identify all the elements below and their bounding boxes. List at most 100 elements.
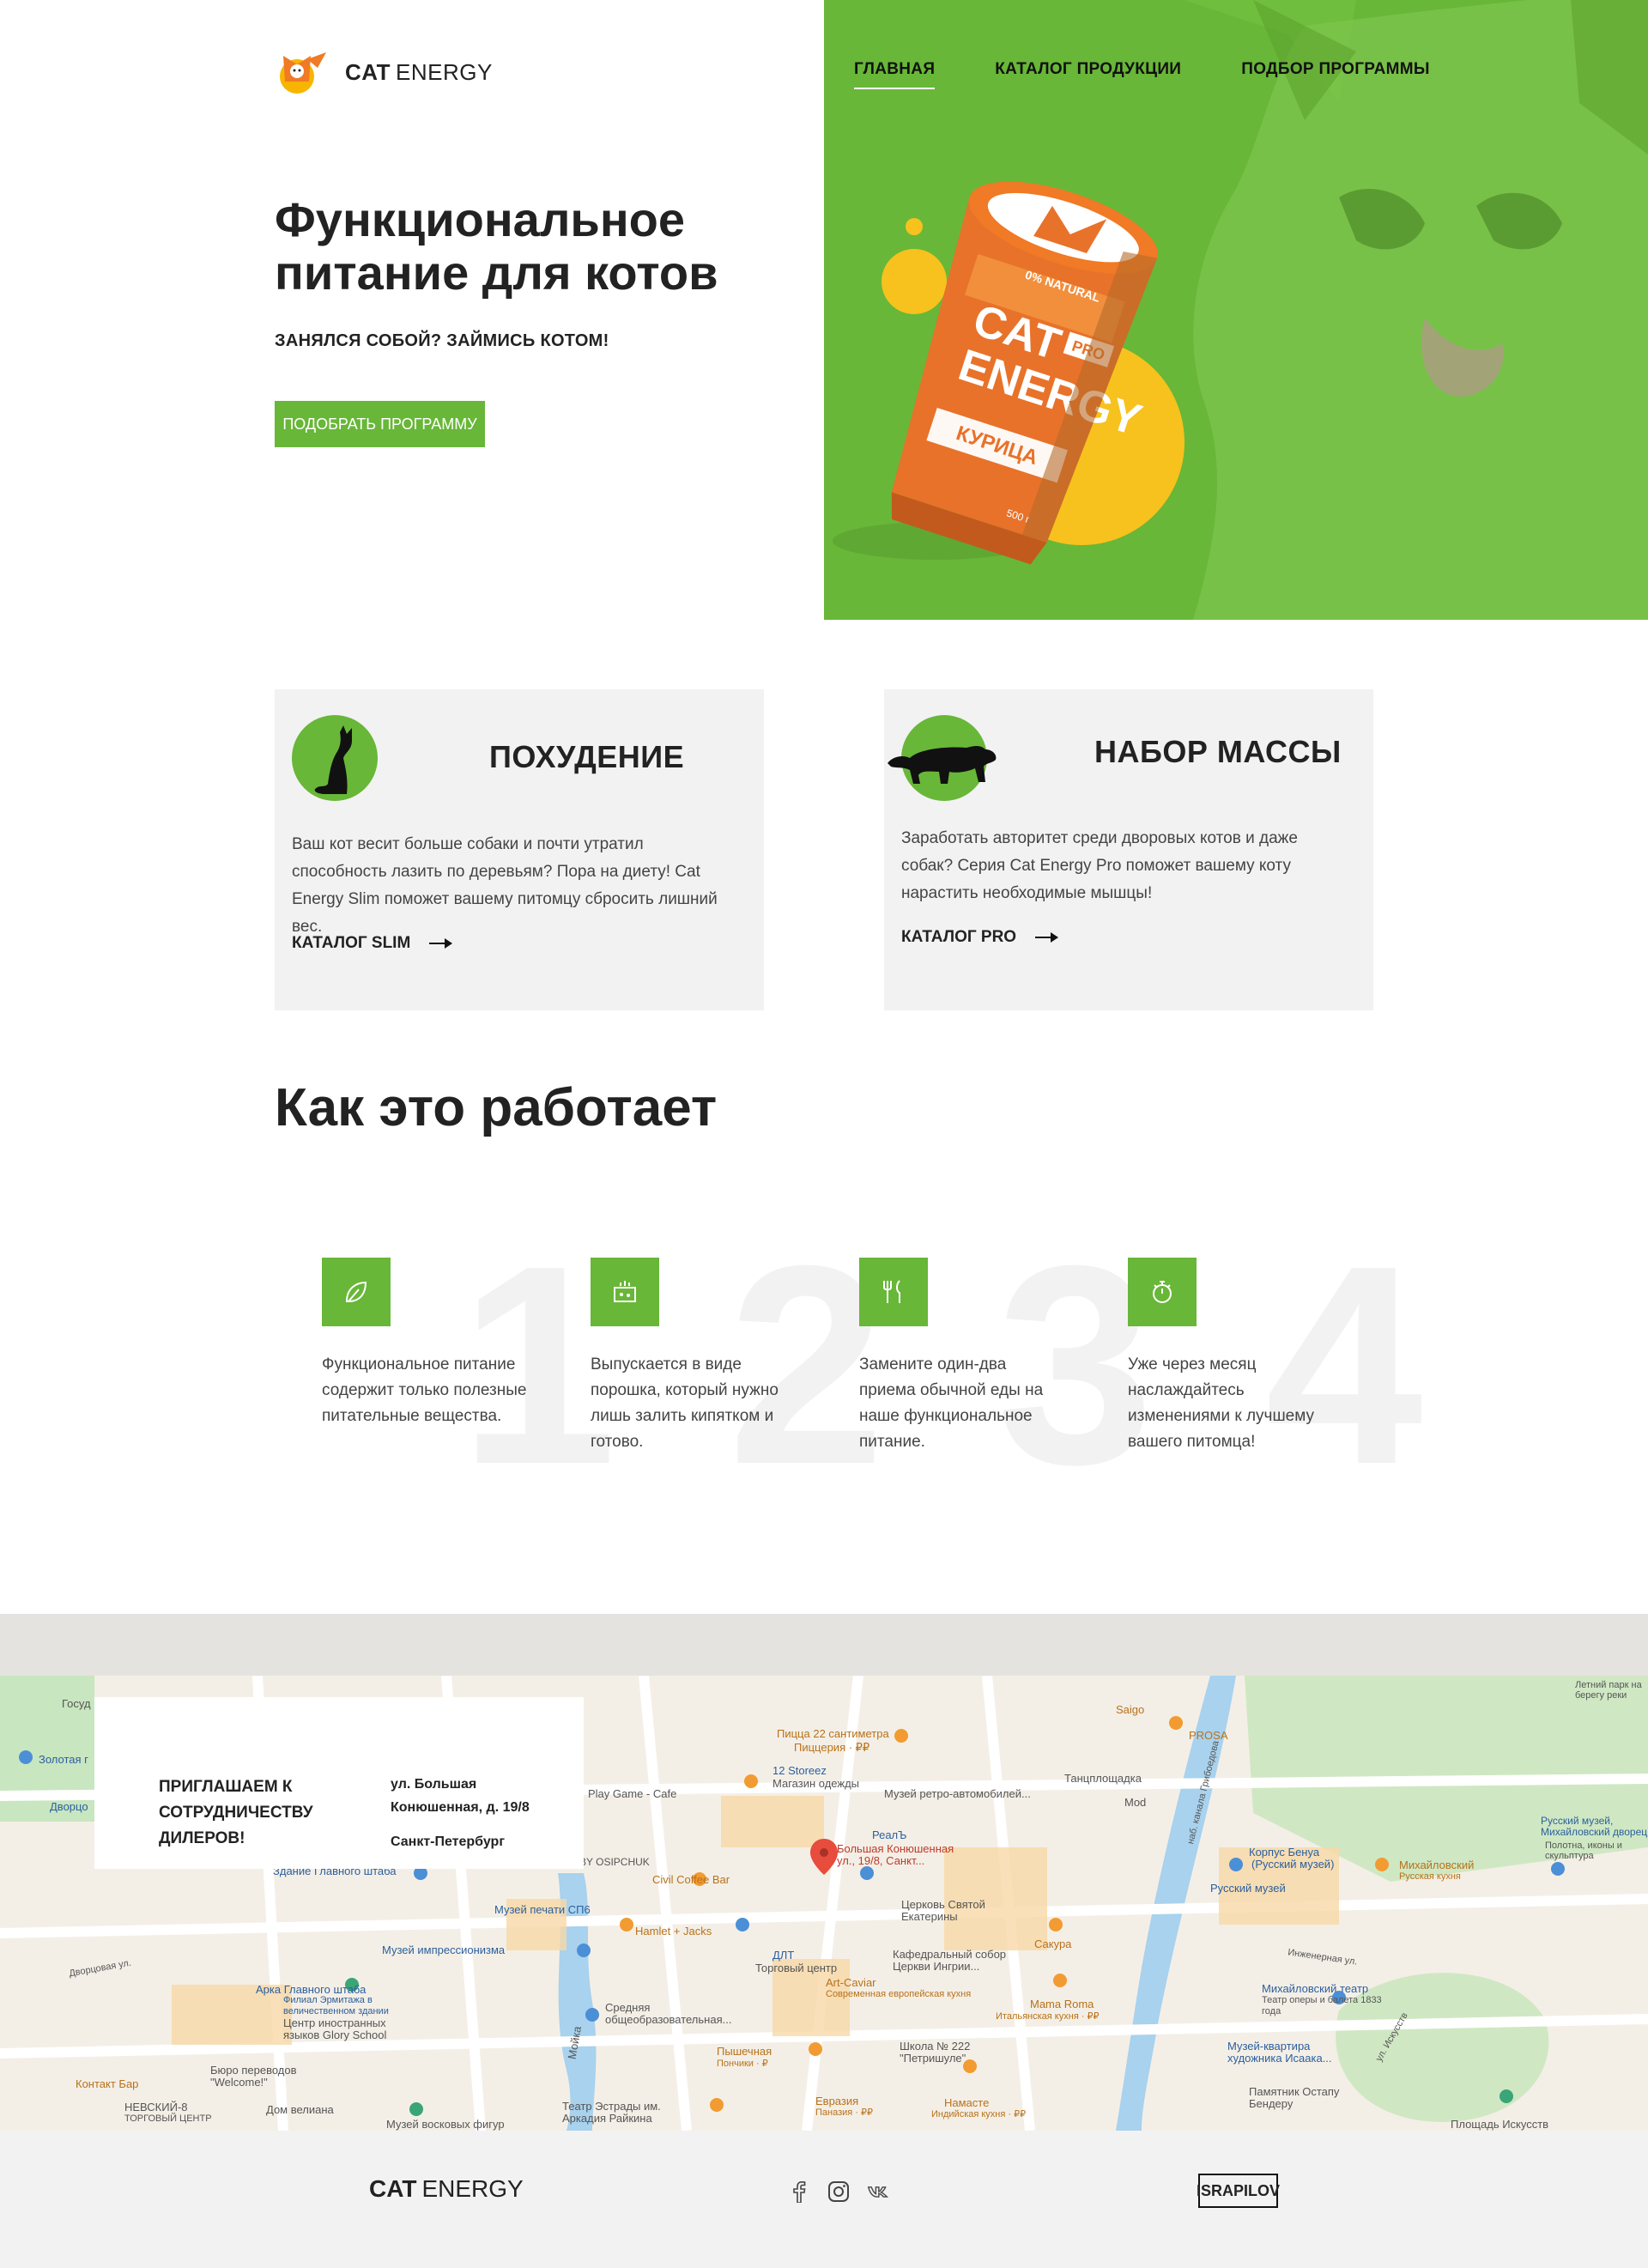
map-top-band: [0, 1614, 1648, 1676]
map-label: Русская кухня: [1399, 1871, 1461, 1882]
map-label: Танцплощадка: [1064, 1772, 1142, 1785]
dealer-card-title: ПРИГЛАШАЕМ К СОТРУДНИЧЕСТВУ ДИЛЕРОВ!: [159, 1778, 313, 1847]
vk-icon[interactable]: [867, 2180, 889, 2203]
map-label: Центр иностранных языков Glory School: [283, 2016, 387, 2041]
map-label: Корпус Бенуа: [1249, 1846, 1320, 1859]
map-label: Музей импрессионизма: [382, 1944, 506, 1956]
logo[interactable]: CAT ENERGY: [275, 47, 493, 97]
card-slim-text: Ваш кот весит больше собаки и почти утра…: [292, 835, 718, 936]
map-label: Пончики · ₽: [717, 2059, 768, 2069]
map-label: Дворцо: [50, 1800, 88, 1813]
map-label: Русский музей, Михайловский дворец: [1541, 1815, 1648, 1838]
dealer-card: ПРИГЛАШАЕМ К СОТРУДНИЧЕСТВУ ДИЛЕРОВ! ул.…: [94, 1697, 584, 1869]
map-label: Сакура: [1034, 1938, 1072, 1950]
nav-item-catalog[interactable]: КАТАЛОГ ПРОДУКЦИИ: [995, 60, 1181, 89]
map-label: РеалЪ: [872, 1828, 907, 1841]
nav-item-program[interactable]: ПОДБОР ПРОГРАММЫ: [1241, 60, 1430, 89]
map[interactable]: Пицца 22 сантиметра Пиццерия · ₽₽ 12 Sto…: [0, 1676, 1648, 2131]
map-label: Музей ретро-автомобилей...: [884, 1787, 1031, 1800]
step-3: 3 Замените один-два приема обычной еды н…: [859, 1223, 1154, 1507]
facebook-icon[interactable]: [788, 2180, 810, 2203]
card-pro-title: НАБОР МАССЫ: [1094, 734, 1342, 769]
map-label: Театр Эстрады им. Аркадия Райкина: [562, 2100, 661, 2125]
card-slim: ПОХУДЕНИЕ Ваш кот весит больше собаки и …: [275, 689, 764, 1010]
catalog-pro-link[interactable]: КАТАЛОГ PRO: [901, 928, 1059, 947]
map-label: Торговый центр: [755, 1962, 838, 1974]
hero-subtitle: ЗАНЯЛСЯ СОБОЙ? ЗАЙМИСЬ КОТОМ!: [275, 331, 609, 350]
step-2: 2 Выпускается в виде порошка, который ну…: [591, 1223, 886, 1507]
sitting-cat-icon: [314, 725, 352, 794]
map-label: Филиал Эрмитажа в величественном здании: [283, 1995, 389, 2016]
map-label: Церковь Святой Екатерины: [901, 1898, 985, 1923]
map-label: Индийская кухня · ₽₽: [931, 2109, 1027, 2119]
card-pro: НАБОР МАССЫ Заработать авторитет среди д…: [884, 689, 1373, 1010]
map-label: Итальянская кухня · ₽₽: [996, 2011, 1100, 2022]
map-label: Музей-квартира художника Исаака...: [1227, 2040, 1332, 2065]
map-label: Магазин одежды: [772, 1777, 859, 1790]
map-label: Пышечная: [717, 2045, 772, 2058]
footer-logo[interactable]: CAT ENERGY: [369, 2175, 524, 2203]
step-4-text: Уже через месяц наслаждайтесь изменениям…: [1128, 1355, 1315, 1451]
leaf-icon: [322, 1258, 391, 1326]
card-slim-title: ПОХУДЕНИЕ: [489, 739, 685, 774]
arrow-right-icon: [1035, 932, 1059, 943]
map-label: ДЛТ: [772, 1949, 795, 1962]
choose-program-button[interactable]: ПОДОБРАТЬ ПРОГРАММУ: [275, 401, 485, 447]
cup-icon: [591, 1258, 659, 1326]
step-2-text: Выпускается в виде порошка, который нужн…: [591, 1355, 779, 1451]
map-label: Дом велиана: [266, 2103, 334, 2116]
catalog-pro-label: КАТАЛОГ PRO: [901, 928, 1017, 946]
panther-icon: [888, 746, 997, 784]
map-label: 12 Storeez: [772, 1764, 827, 1777]
map-label: Пицца 22 сантиметра: [777, 1727, 889, 1740]
catalog-slim-link[interactable]: КАТАЛОГ SLIM: [292, 934, 453, 953]
map-label: Арка Главного штаба: [256, 1983, 367, 1996]
step-1: 1 Функциональное питание содержит только…: [322, 1223, 617, 1507]
dealer-address: ул. Большая Конюшенная, д. 19/8: [391, 1777, 530, 1815]
dealer-address-label: Большая Конюшенная ул., 19/8, Санкт...: [837, 1842, 954, 1867]
map-label: Театр оперы и балета 1833 года: [1262, 1995, 1382, 2016]
map-label: НЕВСКИЙ-8: [124, 2101, 188, 2113]
map-label: Музей восковых фигур: [386, 2118, 505, 2131]
map-label: Летний парк на берегу реки: [1575, 1680, 1642, 1701]
map-label: Михайловский: [1399, 1859, 1475, 1871]
main-nav: ГЛАВНАЯ КАТАЛОГ ПРОДУКЦИИ ПОДБОР ПРОГРАМ…: [854, 60, 1430, 89]
map-label: Музей печати СП6: [494, 1903, 591, 1916]
card-slim-icon-circle: [292, 715, 378, 801]
dealer-city: Санкт-Петербург: [391, 1834, 505, 1849]
map-label: Русский музей: [1210, 1882, 1286, 1895]
step-3-text: Замените один-два приема обычной еды на …: [859, 1355, 1044, 1451]
map-label: Пиццерия · ₽₽: [794, 1741, 870, 1754]
nav-item-main[interactable]: ГЛАВНАЯ: [854, 60, 936, 89]
map-label: Полотна, иконы и скульптура: [1545, 1840, 1622, 1861]
instagram-icon[interactable]: [827, 2180, 850, 2203]
author-badge[interactable]: ISRAPILOV: [1197, 2174, 1280, 2208]
map-label: Hamlet + Jacks: [635, 1925, 712, 1938]
map-label: (Русский музей): [1251, 1858, 1335, 1871]
how-it-works-title: Как это работает: [275, 1078, 718, 1137]
map-label: Золотая г: [39, 1753, 88, 1766]
card-pro-text: Заработать авторитет среди дворовых кото…: [901, 829, 1298, 902]
map-label: Civil Coffee Bar: [652, 1873, 730, 1886]
map-label: Паназия · ₽₽: [815, 2107, 874, 2118]
logo-text: CAT ENERGY: [345, 58, 493, 85]
card-pro-icon-circle: [888, 715, 997, 801]
map-label: Mod: [1124, 1796, 1147, 1809]
map-label: Памятник Остапу Бендеру: [1249, 2085, 1340, 2110]
map-label: Контакт Бар: [76, 2077, 139, 2090]
hero-title: Функциональное питание для котов: [275, 192, 718, 300]
map-label: Play Game - Cafe: [588, 1787, 677, 1800]
catalog-slim-label: КАТАЛОГ SLIM: [292, 934, 411, 952]
map-label: Кафедральный собор Церкви Ингрии...: [893, 1948, 1007, 1973]
map-label: Art-Caviar: [826, 1976, 876, 1989]
map-label: PROSA: [1189, 1729, 1228, 1742]
map-label: ТОРГОВЫЙ ЦЕНТР: [124, 2113, 212, 2124]
arrow-right-icon: [429, 938, 453, 949]
map-label: Госуд: [62, 1697, 91, 1710]
map-label: Бюро переводов "Welcome!": [210, 2064, 297, 2089]
map-label: Saigo: [1116, 1703, 1145, 1716]
cat-logo-icon: [280, 52, 326, 94]
step-4: 4 Уже через месяц наслаждайтесь изменени…: [1128, 1223, 1423, 1507]
map-label: Михайловский театр: [1262, 1982, 1369, 1995]
stopwatch-icon: [1128, 1258, 1197, 1326]
